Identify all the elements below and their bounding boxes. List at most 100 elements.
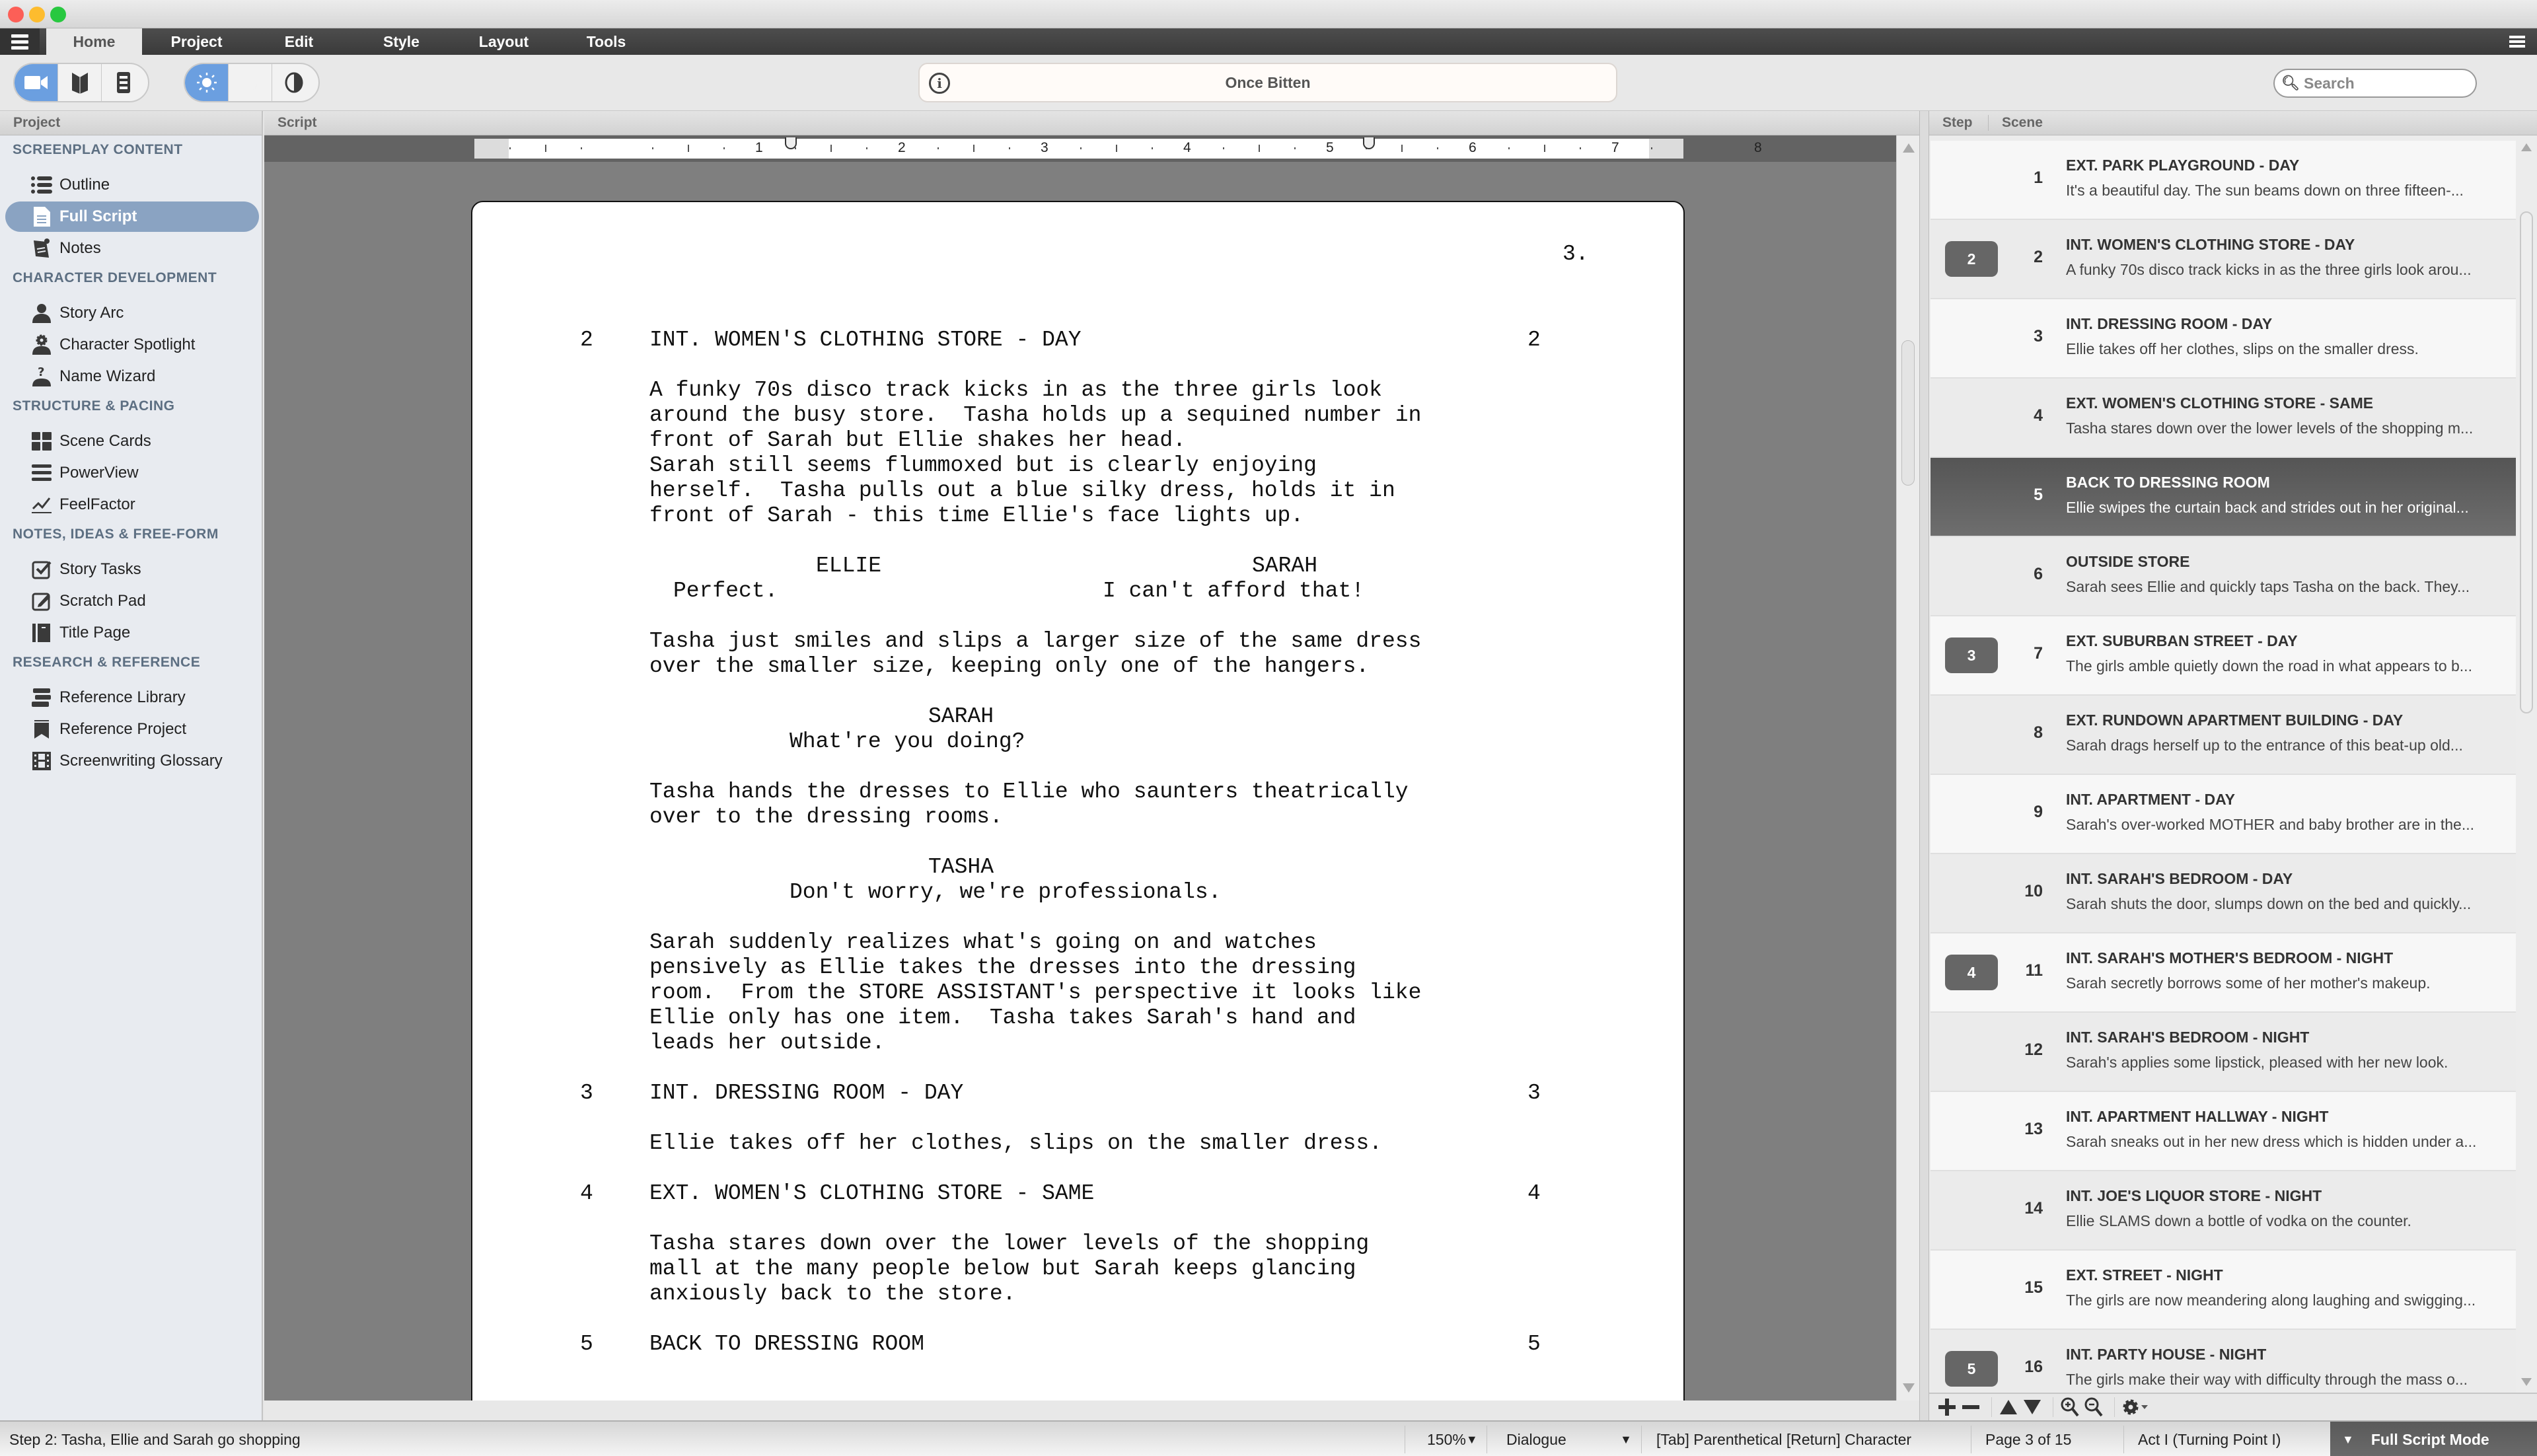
move-down-button[interactable] xyxy=(2022,1395,2042,1419)
tab-stop-marker[interactable] xyxy=(1363,137,1375,149)
sidebar-item-scratch-pad[interactable]: Scratch Pad xyxy=(5,586,259,616)
scroll-up-arrow-icon[interactable] xyxy=(1903,143,1915,153)
move-up-button[interactable] xyxy=(1999,1395,2018,1419)
scene-number: 1 xyxy=(2034,168,2043,187)
app-window: Home Project Edit Style Layout Tools i O… xyxy=(0,0,2537,1456)
search-input[interactable]: 🔍︎ Search xyxy=(2273,69,2477,98)
panel-menu-button[interactable] xyxy=(2497,28,2537,55)
scene-row[interactable]: 14 INT. JOE'S LIQUOR STORE - NIGHT Ellie S… xyxy=(1930,1171,2516,1251)
search-icon[interactable]: 🔍︎ xyxy=(2281,75,2304,92)
ruler-tick xyxy=(938,147,939,149)
scene-description: Ellie takes off her clothes, slips on th… xyxy=(2066,340,2419,357)
scroll-down-arrow-icon[interactable] xyxy=(1903,1383,1915,1393)
element-style-dropdown[interactable]: Dialogue ▼ xyxy=(1506,1422,1632,1456)
action-line: around the busy store. Tasha holds up a … xyxy=(649,403,1422,427)
add-scene-button[interactable] xyxy=(1937,1395,1957,1419)
sidebar-item-full-script[interactable]: Full Script xyxy=(5,201,259,232)
scene-row[interactable]: 5 BACK TO DRESSING ROOM Ellie swipes the c… xyxy=(1930,458,2516,537)
close-window-button[interactable] xyxy=(8,7,24,22)
scene-row[interactable]: 5 16 INT. PARTY HOUSE - NIGHT The girls mak… xyxy=(1930,1330,2516,1394)
scrollbar-thumb[interactable] xyxy=(1901,340,1915,486)
title-bar xyxy=(0,0,2537,28)
dark-theme-button[interactable] xyxy=(229,64,272,101)
script-view-button[interactable] xyxy=(15,64,58,101)
remove-scene-button[interactable] xyxy=(1961,1395,1981,1419)
zoom-level-dropdown[interactable]: 150% ▼ xyxy=(1427,1422,1478,1456)
scroll-up-arrow-icon[interactable] xyxy=(2521,143,2532,151)
sidebar-item-reference-library[interactable]: Reference Library xyxy=(5,682,259,713)
info-icon[interactable]: i xyxy=(929,73,950,94)
tab-edit[interactable]: Edit xyxy=(251,28,347,55)
scene-row[interactable]: 9 INT. APARTMENT - DAY Sarah's over-worked… xyxy=(1930,775,2516,854)
sidebar-item-label: FeelFactor xyxy=(59,495,135,513)
zoom-in-icon xyxy=(2061,1397,2079,1417)
scene-row[interactable]: 15 EXT. STREET - NIGHT The girls are now m… xyxy=(1930,1251,2516,1330)
sidebar-item-reference-project[interactable]: Reference Project xyxy=(5,714,259,745)
scene-row[interactable]: 2 2 INT. WOMEN'S CLOTHING STORE - DAY A fun… xyxy=(1930,220,2516,299)
sidebar-item-outline[interactable]: Outline xyxy=(5,170,259,200)
scene-row[interactable]: 12 INT. SARAH'S BEDROOM - NIGHT Sarah's ap… xyxy=(1930,1013,2516,1092)
scene-row[interactable]: 1 EXT. PARK PLAYGROUND - DAY It's a beauti… xyxy=(1930,141,2516,220)
scroll-down-arrow-icon[interactable] xyxy=(2521,1378,2532,1386)
action-line: leads her outside. xyxy=(649,1031,885,1055)
sidebar-item-label: Screenwriting Glossary xyxy=(59,752,223,770)
zoom-out-button[interactable] xyxy=(2084,1395,2104,1419)
tab-home[interactable]: Home xyxy=(46,28,142,55)
minimize-window-button[interactable] xyxy=(29,7,45,22)
scene-row[interactable]: 6 OUTSIDE STORE Sarah sees Ellie and quick… xyxy=(1930,537,2516,616)
sidebar-item-title-page[interactable]: Title Page xyxy=(5,618,259,648)
panel-splitter[interactable] xyxy=(1919,111,1929,1420)
script-mode-dropdown[interactable]: ▼ Full Script Mode xyxy=(2330,1422,2537,1456)
scene-description: Sarah drags herself up to the entrance o… xyxy=(2066,737,2463,754)
contrast-theme-button[interactable] xyxy=(272,64,316,101)
scene-list-scrollbar[interactable] xyxy=(2516,135,2537,1394)
scene-row[interactable]: 13 INT. APARTMENT HALLWAY - NIGHT Sarah sn… xyxy=(1930,1092,2516,1171)
light-theme-button[interactable] xyxy=(185,64,229,101)
sidebar-item-label: Reference Project xyxy=(59,720,187,738)
sidebar-item-name-wizard[interactable]: ? Name Wizard xyxy=(5,361,259,392)
sidebar-item-story-tasks[interactable]: Story Tasks xyxy=(5,554,259,585)
scene-row[interactable]: 4 EXT. WOMEN'S CLOTHING STORE - SAME Tasha… xyxy=(1930,379,2516,458)
hamburger-menu-button[interactable] xyxy=(0,28,40,55)
step-badge[interactable]: 4 xyxy=(1945,955,1998,990)
step-badge[interactable]: 5 xyxy=(1945,1351,1998,1387)
ruler[interactable]: 1 2 3 4 5 6 7 8 xyxy=(474,137,1762,159)
scene-description: It's a beautiful day. The sun beams down… xyxy=(2066,182,2464,199)
zoom-window-button[interactable] xyxy=(50,7,66,22)
scene-row[interactable]: 8 EXT. RUNDOWN APARTMENT BUILDING - DAY Sa… xyxy=(1930,696,2516,775)
sidebar-section-research-reference: RESEARCH & REFERENCE xyxy=(13,655,201,670)
sidebar-item-story-arc[interactable]: Story Arc xyxy=(5,298,259,328)
sidebar-item-powerview[interactable]: PowerView xyxy=(5,458,259,488)
sidebar-item-feelfactor[interactable]: FeelFactor xyxy=(5,490,259,520)
settings-menu-button[interactable] xyxy=(2121,1395,2151,1419)
sidebar-item-notes[interactable]: Notes xyxy=(5,233,259,264)
column-header-scene[interactable]: Scene xyxy=(1989,115,2043,131)
ruler-label: 6 xyxy=(1469,140,1477,155)
scene-row[interactable]: 10 INT. SARAH'S BEDROOM - DAY Sarah shuts … xyxy=(1930,854,2516,933)
scene-description: Sarah shuts the door, slumps down on the… xyxy=(2066,895,2472,912)
project-header-label: Project xyxy=(13,115,61,130)
cards-view-button[interactable] xyxy=(102,64,145,101)
scene-row[interactable]: 3 INT. DRESSING ROOM - DAY Ellie takes off… xyxy=(1930,299,2516,379)
sidebar-item-character-spotlight[interactable]: Character Spotlight xyxy=(5,330,259,360)
project-title-field[interactable]: i Once Bitten xyxy=(918,63,1617,102)
tab-project[interactable]: Project xyxy=(149,28,244,55)
tab-style[interactable]: Style xyxy=(353,28,449,55)
step-badge[interactable]: 3 xyxy=(1945,637,1998,673)
script-vertical-scrollbar[interactable] xyxy=(1896,135,1919,1401)
zoom-in-button[interactable] xyxy=(2060,1395,2080,1419)
sidebar-item-screenwriting-glossary[interactable]: Screenwriting Glossary xyxy=(5,746,259,776)
step-badge[interactable]: 2 xyxy=(1945,241,1998,277)
tab-stop-marker[interactable] xyxy=(785,137,797,149)
sidebar-item-scene-cards[interactable]: Scene Cards xyxy=(5,426,259,456)
column-header-step[interactable]: Step xyxy=(1929,115,1989,131)
tab-layout[interactable]: Layout xyxy=(456,28,552,55)
scene-row[interactable]: 3 7 EXT. SUBURBAN STREET - DAY The girls am… xyxy=(1930,616,2516,696)
ruler-left-margin xyxy=(474,139,509,159)
book-view-button[interactable] xyxy=(58,64,102,101)
scene-row[interactable]: 4 11 INT. SARAH'S MOTHER'S BEDROOM - NIGHT… xyxy=(1930,933,2516,1013)
script-page[interactable]: 3. 2 INT. WOMEN'S CLOTHING STORE - DAY 2 A … xyxy=(471,201,1685,1401)
scrollbar-thumb[interactable] xyxy=(2520,211,2533,713)
scene-title: INT. WOMEN'S CLOTHING STORE - DAY xyxy=(2066,236,2355,253)
tab-tools[interactable]: Tools xyxy=(558,28,654,55)
